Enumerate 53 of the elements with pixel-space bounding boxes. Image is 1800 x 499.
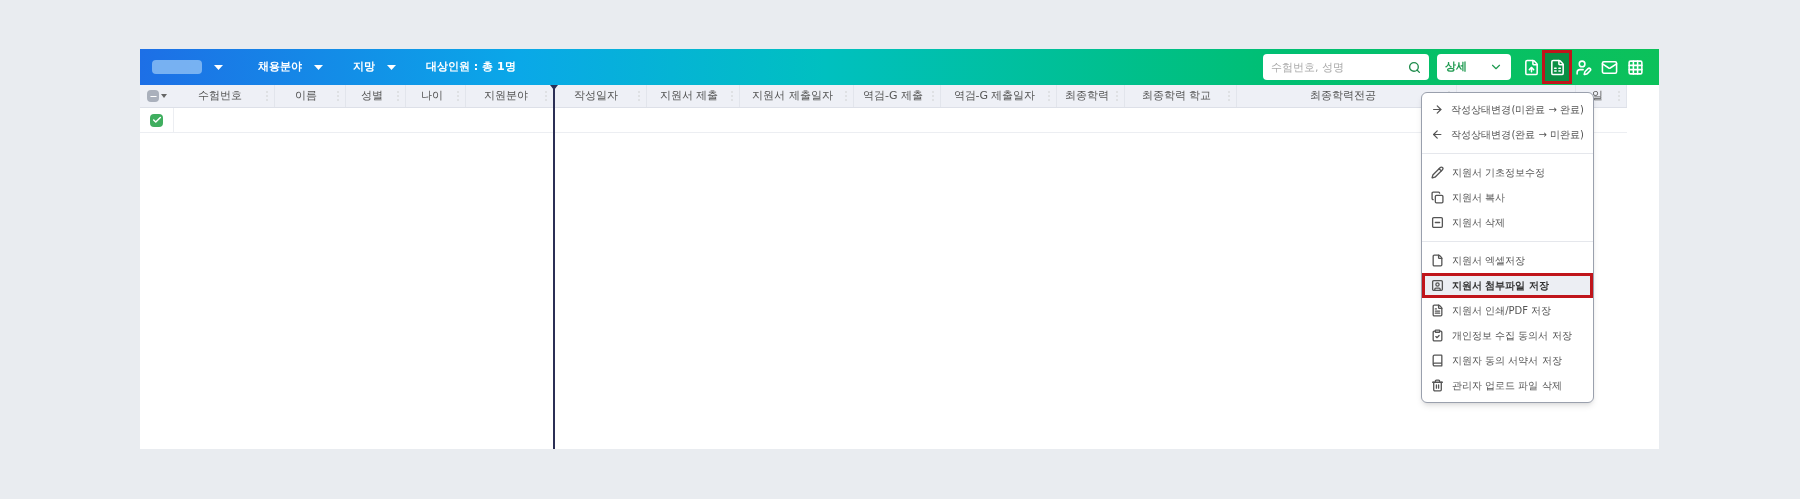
trash-icon: [1431, 379, 1444, 392]
target-count: 대상인원 : 총 1명: [426, 58, 516, 75]
pencil-icon: [1431, 166, 1444, 179]
menu-item[interactable]: 지원서 엑셀저장: [1422, 248, 1593, 273]
column-header[interactable]: 이름: [275, 87, 337, 105]
caret-icon: [161, 94, 167, 98]
document-button[interactable]: [1545, 53, 1569, 81]
caret-icon: [214, 64, 223, 70]
header-checkbox[interactable]: [147, 90, 159, 102]
column-header[interactable]: 역검-G 제출: [854, 87, 932, 105]
menu-item[interactable]: 지원서 삭제: [1422, 210, 1593, 235]
column-header[interactable]: 최종학력: [1057, 87, 1116, 105]
clipboard-check-icon: [1431, 329, 1444, 342]
column-header[interactable]: 나이: [406, 87, 457, 105]
row-checkbox[interactable]: [150, 113, 163, 127]
copy-icon: [1431, 191, 1444, 204]
file-upload-icon: [1522, 58, 1540, 76]
arrow-left-icon: [1431, 128, 1444, 141]
column-header[interactable]: 역검-G 제출일자: [941, 87, 1048, 105]
column-header[interactable]: 수험번호: [174, 87, 266, 105]
search-field[interactable]: 수험번호, 성명: [1263, 54, 1429, 80]
blurred-value: [152, 60, 202, 74]
caret-icon: [387, 64, 396, 70]
menu-item[interactable]: 지원서 인쇄/PDF 저장: [1422, 298, 1593, 323]
mail-icon: [1600, 58, 1618, 76]
column-header[interactable]: 성별: [346, 87, 397, 105]
check-icon: [151, 115, 162, 125]
column-header[interactable]: 최종학력 학교: [1125, 87, 1228, 105]
user-edit-icon: [1574, 58, 1592, 76]
view-select[interactable]: 상세: [1437, 54, 1511, 80]
filter-select[interactable]: 채용분야: [258, 58, 323, 76]
column-header[interactable]: 지원서 제출일자: [740, 87, 845, 105]
file-icon: [1431, 254, 1444, 267]
menu-item[interactable]: 지원서 복사: [1422, 185, 1593, 210]
caret-icon: [314, 64, 323, 70]
menu-item[interactable]: 작성상태변경(완료 → 미완료): [1422, 122, 1593, 147]
menu-item[interactable]: 지원자 동의 서약서 저장: [1422, 348, 1593, 373]
search-icon: [1408, 60, 1421, 74]
menu-item[interactable]: 관리자 업로드 파일 삭제: [1422, 373, 1593, 398]
document-icon: [1548, 58, 1566, 76]
document-icon: [1431, 304, 1444, 317]
menu-item[interactable]: 개인정보 수집 동의서 저장: [1422, 323, 1593, 348]
column-header[interactable]: 지원분야: [466, 87, 545, 105]
user-card-icon: [1431, 279, 1444, 292]
menu-item[interactable]: 지원서 첨부파일 저장: [1422, 273, 1593, 298]
grid-icon: [1626, 58, 1644, 76]
arrow-right-icon: [1431, 103, 1444, 116]
book-icon: [1431, 354, 1444, 367]
minus-square-icon: [1431, 216, 1444, 229]
menu-item[interactable]: 지원서 기초정보수정: [1422, 160, 1593, 185]
menu-item[interactable]: 작성상태변경(미완료 → 완료): [1422, 97, 1593, 122]
column-header[interactable]: 지원서 제출: [647, 87, 731, 105]
column-header[interactable]: 작성일자: [554, 87, 638, 105]
